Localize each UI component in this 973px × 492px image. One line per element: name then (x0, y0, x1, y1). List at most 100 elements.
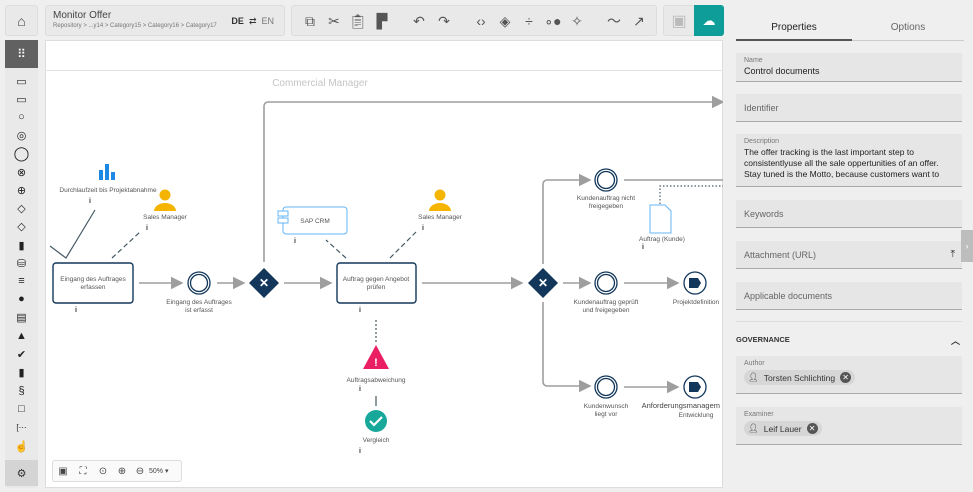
event-nicht-freigegeben[interactable]: Kundenauftrag nicht (577, 195, 635, 202)
user-icon: 👤︎ (748, 372, 759, 382)
gateway-icon[interactable]: ◇ (5, 217, 38, 235)
tab-properties[interactable]: Properties (736, 16, 852, 41)
center-icon[interactable]: ⊙ (93, 466, 113, 477)
description-field[interactable]: Description The offer tracking is the la… (736, 134, 962, 187)
tab-options[interactable]: Options (852, 16, 964, 41)
and-gateway-icon[interactable]: ⊕ (5, 181, 38, 199)
home-button[interactable]: ⌂ (5, 5, 38, 36)
document-icon[interactable]: ▮ (5, 236, 38, 254)
lang-en[interactable]: EN (261, 16, 274, 27)
line-icon[interactable]: 〜 (602, 6, 626, 36)
author-chip[interactable]: 👤︎ Torsten Schlichting ✕ (744, 370, 856, 385)
task-icon[interactable]: ▭ (5, 90, 38, 108)
svg-text:i: i (359, 448, 361, 455)
kpi-node[interactable]: Durchlaufzeit bis Projektabnahme (59, 164, 157, 194)
paste-icon[interactable]: 📋︎ (346, 6, 370, 36)
copy-icon[interactable]: ⧉ (298, 6, 322, 36)
redo-icon[interactable]: ↷ (432, 6, 456, 36)
canvas-controls: ▣ ⛶ ⊙ ⊕ ⊖ 50% ▾ (52, 460, 182, 482)
lane-label: Commercial Manager (272, 78, 368, 89)
xor-gateway-1[interactable]: ✕ (249, 268, 279, 298)
fit-screen-icon[interactable]: ⛶ (73, 466, 93, 477)
upload-cloud-button[interactable]: ☁ (694, 5, 724, 36)
zoom-in-icon[interactable]: ⊕ (113, 466, 131, 477)
svg-text:i: i (359, 307, 361, 314)
intermediate-event-icon[interactable]: ◎ (5, 126, 38, 144)
text-icon[interactable]: ≡ (5, 272, 38, 290)
cut-icon[interactable]: ✂ (322, 6, 346, 36)
layers-icon[interactable]: ◈ (493, 6, 517, 36)
svg-text:Auftrag gegen Angebot: Auftrag gegen Angebot (343, 276, 410, 283)
swap-language-icon[interactable]: ⇄ (249, 16, 257, 27)
apps-button[interactable]: ⠿ (5, 40, 38, 68)
distribute-icon[interactable]: ÷ (517, 6, 541, 36)
user-icon: 👤︎ (748, 423, 759, 433)
role-sales-manager-1[interactable]: Sales Manager (143, 189, 188, 222)
keywords-field[interactable]: Keywords (736, 200, 962, 228)
governance-header[interactable]: GOVERNANCE ︿ (736, 334, 962, 347)
xor-gateway-2[interactable]: ✕ (528, 268, 558, 298)
name-field[interactable]: Name Control documents (736, 53, 962, 82)
event-icon[interactable]: ○ (5, 108, 38, 126)
task-eingang-erfassen[interactable]: Eingang des Auftrages erfassen (52, 262, 134, 304)
applicable-documents-field[interactable]: Applicable documents (736, 282, 962, 310)
system-sap-crm[interactable]: SAP CRM (277, 206, 348, 235)
system-icon[interactable]: ▤ (5, 308, 38, 326)
control-node[interactable]: Vergleich (363, 437, 390, 444)
collapse-panel-button[interactable]: › (961, 230, 973, 262)
svg-text:erfassen: erfassen (81, 284, 106, 291)
event-erfasst[interactable]: Eingang des Auftrages (166, 299, 232, 306)
paragraph-icon[interactable]: § (5, 382, 38, 400)
document-auftrag[interactable]: Auftrag (Kunde) (639, 236, 685, 243)
hand-icon[interactable]: ☝ (5, 437, 38, 455)
remove-author-icon[interactable]: ✕ (840, 372, 852, 383)
svg-text:Sales Manager: Sales Manager (143, 214, 188, 221)
remove-examiner-icon[interactable]: ✕ (806, 423, 818, 434)
svg-text:Eingang des Auftrages: Eingang des Auftrages (60, 276, 126, 283)
trend-icon[interactable]: ↗ (627, 6, 651, 36)
lang-de[interactable]: DE (231, 16, 244, 27)
undo-icon[interactable]: ↶ (407, 6, 431, 36)
annotation-icon[interactable]: [⋯ (5, 418, 38, 436)
svg-text:i: i (642, 244, 644, 251)
save-button[interactable]: ▣ (663, 5, 695, 36)
end-projektdefinition[interactable]: Projektdefinition (673, 299, 720, 306)
magic-wand-icon[interactable]: ✧ (565, 6, 589, 36)
bar-chart-icon[interactable]: ▮ (5, 363, 38, 381)
zoom-out-icon[interactable]: ⊖ (131, 466, 149, 477)
end-anforderungsmanagement[interactable]: Anforderungsmanagem (642, 401, 720, 410)
identifier-field[interactable]: Identifier (736, 94, 962, 122)
format-painter-icon[interactable]: ▛ (370, 6, 394, 36)
svg-text:Sales Manager: Sales Manager (418, 214, 463, 221)
person-icon[interactable]: ● (5, 290, 38, 308)
attachment-field[interactable]: Attachment (URL) ⤒ (736, 241, 962, 269)
check-icon[interactable]: ✔ (5, 345, 38, 363)
event-kundenwunsch[interactable]: Kundenwunsch (584, 403, 629, 410)
diagram[interactable]: Commercial Manager Durchlaufzeit bis Pro… (45, 71, 723, 456)
frame-icon[interactable]: □ (5, 400, 38, 418)
svg-text:i: i (89, 198, 91, 205)
code-icon[interactable]: ‹› (469, 6, 493, 36)
author-field[interactable]: Author 👤︎ Torsten Schlichting ✕ (736, 356, 962, 394)
examiner-field[interactable]: Examiner 👤︎ Leif Lauer ✕ (736, 407, 962, 445)
svg-text:Durchlaufzeit bis Projektabnah: Durchlaufzeit bis Projektabnahme (59, 187, 157, 194)
svg-text:liegt vor: liegt vor (595, 411, 619, 418)
end-event-icon[interactable]: ◯ (5, 144, 38, 162)
warning-icon[interactable]: ▲ (5, 327, 38, 345)
lane-icon[interactable]: ▭ (5, 72, 38, 90)
task-auftrag-pruefen[interactable]: Auftrag gegen Angebot prüfen (336, 262, 417, 304)
or-gateway-icon[interactable]: ◇ (5, 199, 38, 217)
xor-gateway-icon[interactable]: ⊗ (5, 163, 38, 181)
database-icon[interactable]: ⛁ (5, 254, 38, 272)
zoom-select[interactable]: 50% ▾ (149, 467, 168, 475)
chevron-up-icon[interactable]: ︿ (951, 334, 960, 347)
event-freigegeben[interactable]: Kundenauftrag geprüft (574, 299, 639, 306)
svg-text:Entwicklung: Entwicklung (679, 412, 714, 419)
settings-button[interactable]: ⚙ (5, 460, 38, 486)
minimap-icon[interactable]: ▣ (53, 466, 73, 477)
role-sales-manager-2[interactable]: Sales Manager (418, 189, 463, 222)
examiner-chip[interactable]: 👤︎ Leif Lauer ✕ (744, 421, 822, 436)
risk-node[interactable]: Auftragsabweichung (347, 377, 406, 384)
connect-icon[interactable]: ∘● (541, 6, 565, 36)
upload-icon[interactable]: ⤒ (951, 249, 955, 260)
